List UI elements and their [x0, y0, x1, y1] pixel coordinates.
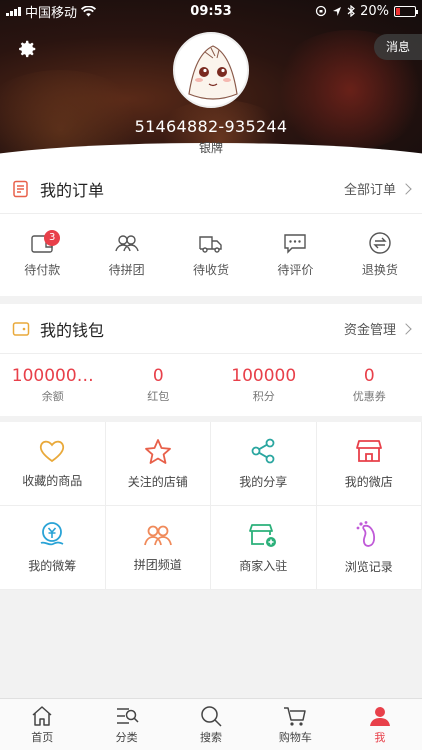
- order-list-icon: [13, 180, 28, 197]
- wallet-label: 积分: [252, 390, 275, 403]
- order-item-label: 退换货: [361, 262, 398, 277]
- tab-me[interactable]: 我: [338, 699, 422, 750]
- orders-section: 我的订单 全部订单 3 待付款 待拼团 待收货 待评价 退换货: [0, 164, 422, 296]
- order-pending-payment[interactable]: 3 待付款: [0, 214, 84, 294]
- pending-payment-badge: 3: [44, 230, 61, 246]
- followed-shops[interactable]: 关注的店铺: [105, 422, 211, 506]
- wallet-label: 优惠券: [352, 390, 386, 403]
- status-bar: 中国移动 09:53 20%: [0, 0, 422, 22]
- wallet-coupons[interactable]: 0 优惠券: [317, 354, 422, 416]
- all-orders-label: 全部订单: [343, 183, 396, 198]
- fund-management-link[interactable]: 资金管理: [343, 319, 412, 338]
- truck-icon: [199, 235, 222, 253]
- order-item-label: 待收货: [193, 262, 230, 277]
- wallet-value: 100000…: [11, 366, 94, 386]
- my-crowdfunding[interactable]: 我的微筹: [0, 506, 106, 590]
- order-item-label: 待付款: [24, 262, 61, 277]
- tab-label: 搜索: [200, 730, 223, 744]
- tab-label: 分类: [115, 730, 138, 744]
- tab-label: 我: [374, 730, 386, 744]
- wallet-value: 100000: [231, 366, 297, 386]
- wallet-label: 余额: [41, 390, 64, 403]
- wallet-points[interactable]: 100000 积分: [211, 354, 317, 416]
- merchant-join[interactable]: 商家入驻: [211, 506, 317, 590]
- member-level: 银牌: [198, 141, 223, 155]
- group-buy-channel[interactable]: 拼团频道: [105, 506, 211, 590]
- tab-search[interactable]: 搜索: [169, 699, 253, 750]
- service-label: 我的分享: [239, 475, 288, 489]
- wallet-header[interactable]: 我的钱包 资金管理: [0, 304, 422, 354]
- order-item-label: 待拼团: [108, 262, 145, 277]
- wallet-small-icon: [12, 321, 30, 336]
- comment-icon: [284, 233, 307, 254]
- search-icon: [201, 705, 222, 727]
- order-pending-group[interactable]: 待拼团: [84, 214, 168, 294]
- heart-icon: [40, 440, 65, 463]
- wallet-value: 0: [363, 366, 375, 386]
- group-icon: [114, 234, 139, 251]
- category-icon: [116, 707, 139, 724]
- browse-history[interactable]: 浏览记录: [316, 506, 422, 590]
- battery-icon: [394, 5, 418, 17]
- order-pending-review[interactable]: 待评价: [253, 214, 337, 294]
- service-label: 拼团频道: [133, 558, 182, 572]
- home-icon: [32, 705, 52, 726]
- service-label: 浏览记录: [344, 560, 393, 574]
- bluetooth-icon: [347, 5, 356, 17]
- rice-dumpling-avatar-icon: [188, 45, 238, 100]
- orders-title: 我的订单: [40, 180, 105, 200]
- store-add-icon: [249, 524, 277, 547]
- my-shares[interactable]: 我的分享: [211, 422, 317, 506]
- cart-icon: [284, 706, 307, 726]
- tab-home[interactable]: 首页: [0, 699, 84, 750]
- wallet-balance[interactable]: 100000… 余额: [0, 354, 106, 416]
- chevron-right-icon: [400, 322, 412, 335]
- services-grid: 收藏的商品 关注的店铺 我的分享 我的微店 我的微筹 拼团频道 商家入驻 浏览记…: [0, 422, 422, 590]
- message-button[interactable]: 消息: [373, 34, 422, 60]
- battery-percent: 20%: [360, 3, 389, 19]
- fund-management-label: 资金管理: [343, 323, 396, 338]
- all-orders-link[interactable]: 全部订单: [343, 179, 412, 198]
- wallet-section: 我的钱包 资金管理 100000… 余额 0 红包 100000 积分 0 优惠券: [0, 304, 422, 416]
- share-icon: [251, 438, 275, 464]
- exchange-icon: [369, 231, 391, 254]
- wallet-label: 红包: [147, 390, 170, 403]
- location-icon: [333, 6, 342, 16]
- avatar[interactable]: [173, 32, 249, 108]
- service-label: 关注的店铺: [127, 474, 188, 489]
- tab-category[interactable]: 分类: [84, 699, 168, 750]
- order-returns[interactable]: 退换货: [338, 214, 422, 294]
- star-icon: [144, 438, 171, 464]
- service-label: 我的微店: [344, 475, 393, 489]
- wallet-red-packet[interactable]: 0 红包: [106, 354, 212, 416]
- my-micro-shop[interactable]: 我的微店: [316, 422, 422, 506]
- order-item-label: 待评价: [277, 262, 314, 277]
- favorite-goods[interactable]: 收藏的商品: [0, 422, 106, 506]
- wallet-value: 0: [152, 366, 164, 386]
- tab-label: 购物车: [278, 730, 312, 744]
- settings-gear-icon[interactable]: [16, 38, 38, 60]
- tab-label: 首页: [31, 730, 54, 744]
- tab-bar: 首页 分类 搜索 购物车 我: [0, 698, 422, 750]
- chevron-right-icon: [400, 182, 412, 195]
- group-icon: [143, 525, 172, 546]
- service-label: 商家入驻: [239, 559, 288, 573]
- orientation-lock-icon: [315, 5, 327, 17]
- service-label: 我的微筹: [28, 559, 77, 573]
- order-pending-receipt[interactable]: 待收货: [169, 214, 253, 294]
- wallet-title: 我的钱包: [40, 320, 105, 340]
- tab-cart[interactable]: 购物车: [253, 699, 337, 750]
- username: 51464882-935244: [134, 117, 288, 136]
- service-label: 收藏的商品: [22, 474, 83, 488]
- shop-icon: [355, 440, 382, 462]
- orders-header[interactable]: 我的订单 全部订单: [0, 164, 422, 214]
- crowdfund-icon: [40, 522, 64, 546]
- footprint-icon: [356, 521, 375, 547]
- user-icon: [369, 706, 390, 726]
